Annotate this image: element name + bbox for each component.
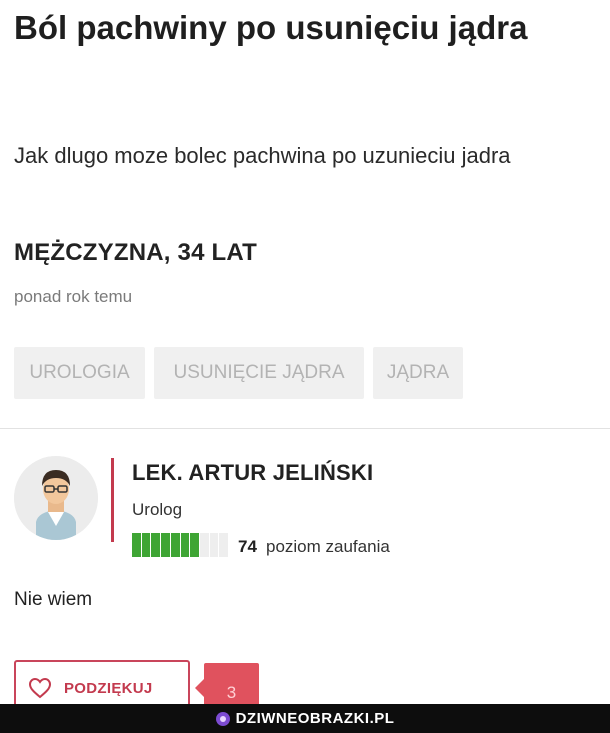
trust-segment	[180, 533, 190, 557]
question-title: Ból pachwiny po usunięciu jądra	[14, 9, 528, 46]
doctor-specialty: Urolog	[132, 500, 183, 519]
doctor-accent-bar	[111, 458, 114, 542]
heart-icon	[28, 677, 52, 699]
question-time: ponad rok temu	[14, 287, 133, 306]
trust-segment	[219, 533, 229, 557]
trust-score: 74	[238, 537, 257, 556]
answer-text: Nie wiem	[14, 589, 93, 610]
trust-level-bar	[132, 533, 229, 557]
trust-segment	[190, 533, 199, 557]
trust-segment	[209, 533, 219, 557]
trust-segment	[199, 533, 209, 557]
trust-segment	[141, 533, 151, 557]
watermark-logo-icon	[215, 711, 230, 726]
watermark-text: DZIWNEOBRAZKI.PL	[235, 710, 395, 727]
thanks-label: PODZIĘKUJ	[64, 679, 153, 697]
doctor-avatar-icon[interactable]	[14, 456, 98, 540]
trust-label: poziom zaufania	[266, 537, 390, 556]
trust-segment	[161, 533, 170, 557]
trust-segment	[170, 533, 180, 557]
question-body: Jak dlugo moze bolec pachwina po uzuniec…	[14, 143, 511, 168]
doctor-avatar-graphic	[14, 456, 98, 540]
section-divider	[0, 428, 610, 429]
question-author: MĘŻCZYZNA, 34 LAT	[14, 239, 257, 266]
tag-usuniecie-jadra[interactable]: USUNIĘCIE JĄDRA	[154, 347, 364, 399]
watermark-banner: DZIWNEOBRAZKI.PL	[0, 704, 610, 733]
trust-segment	[151, 533, 161, 557]
tag-jadra[interactable]: JĄDRA	[373, 347, 463, 399]
trust-segment	[132, 533, 141, 557]
tag-urologia[interactable]: UROLOGIA	[14, 347, 145, 399]
doctor-name[interactable]: LEK. ARTUR JELIŃSKI	[132, 460, 373, 486]
